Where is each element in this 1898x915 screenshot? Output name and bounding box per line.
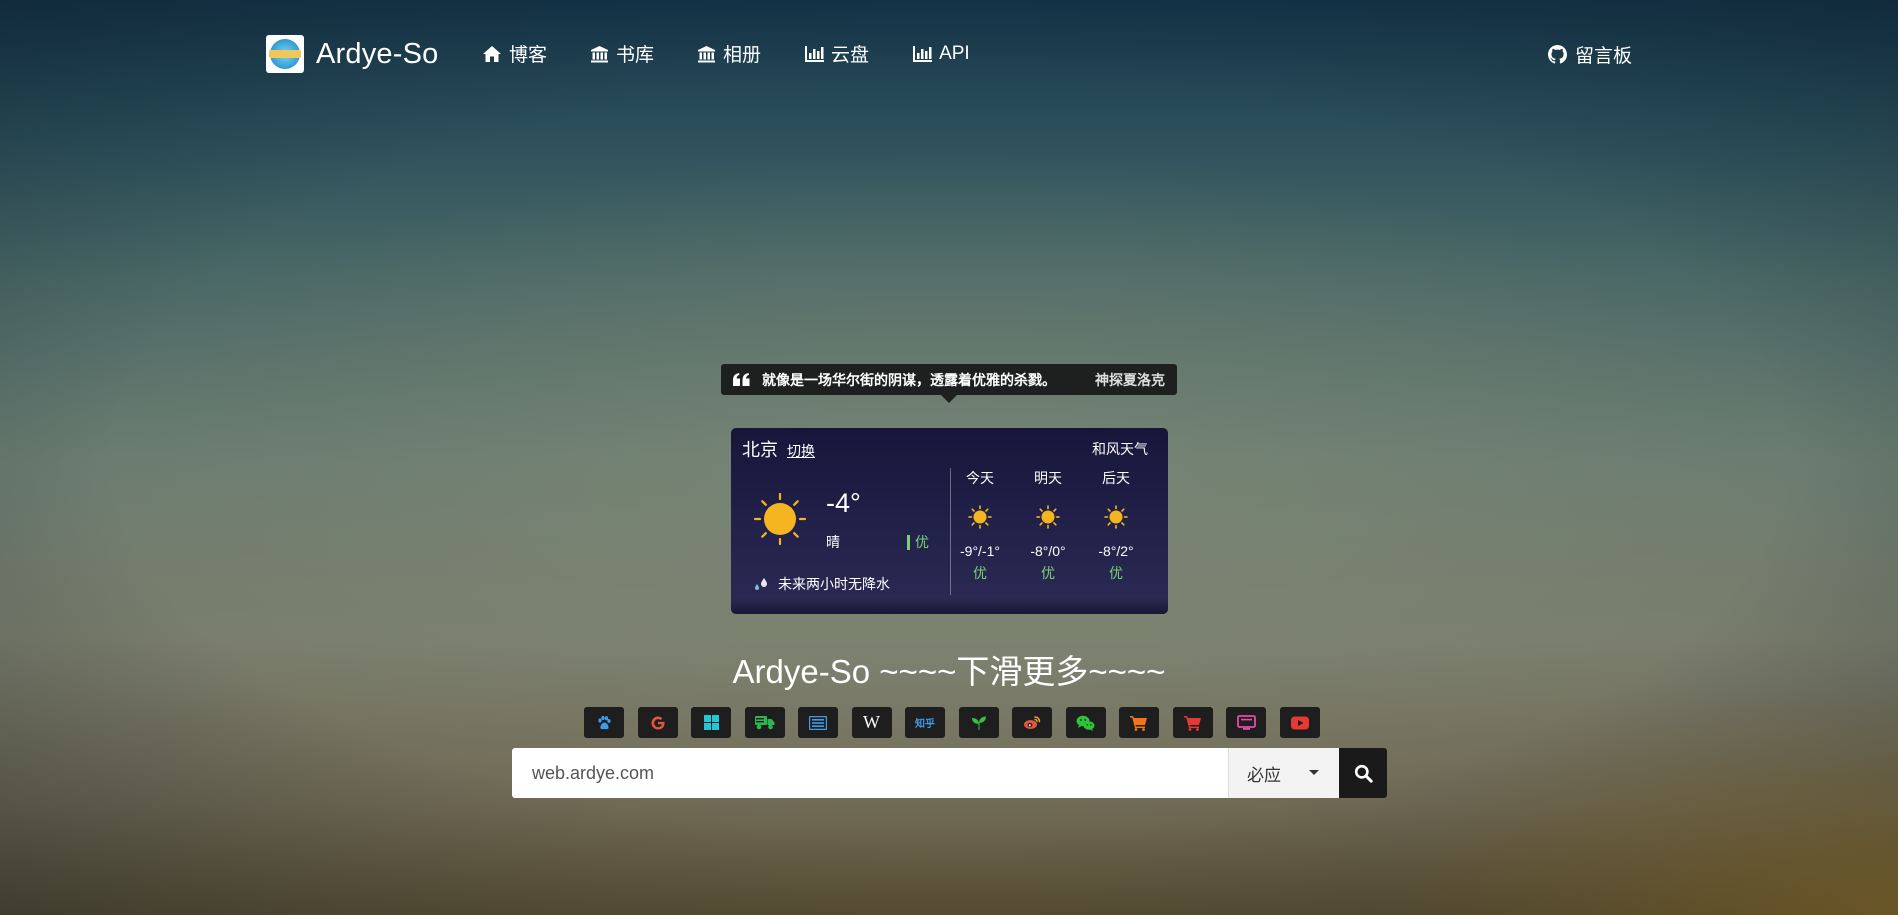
nav-item-guestbook[interactable]: 留言板 xyxy=(1548,41,1632,68)
google-icon xyxy=(651,716,664,729)
engine-taobao-button[interactable] xyxy=(1119,707,1159,738)
forecast-range: -8°/2° xyxy=(1098,543,1134,559)
forecast-day: 后天 xyxy=(1102,470,1130,486)
cart-icon xyxy=(1183,715,1201,731)
forecast-aqi: 优 xyxy=(1109,565,1123,581)
search-engine-bar: W 知乎 xyxy=(584,707,1333,738)
engine-sogou-button[interactable] xyxy=(744,707,785,738)
weather-provider-link[interactable]: 和风天气 xyxy=(1092,439,1148,459)
engine-baidu-button[interactable] xyxy=(584,707,624,738)
weather-skyline xyxy=(731,598,1168,614)
forecast-day: 今天 xyxy=(966,470,994,486)
monitor-icon xyxy=(1236,714,1256,730)
cart-icon xyxy=(1130,715,1147,731)
weather-city: 北京 切换 xyxy=(742,436,815,462)
navbar: Ardye-So 博客 书库 相册 云盘 API 留言板 xyxy=(0,0,1898,110)
sun-icon xyxy=(1086,505,1146,529)
current-temperature: -4° xyxy=(826,488,861,518)
raindrop-icon xyxy=(755,578,767,590)
quote-icon xyxy=(733,373,750,386)
rain-forecast: 未来两小时无降水 xyxy=(753,574,890,594)
nav-item-api[interactable]: API xyxy=(912,40,970,67)
engine-bing-button[interactable] xyxy=(691,707,731,738)
nav-item-blog[interactable]: 博客 xyxy=(482,40,547,67)
forecast-range: -8°/0° xyxy=(1030,543,1066,559)
wikipedia-icon: W xyxy=(863,712,880,732)
nav-item-label: 云盘 xyxy=(831,45,870,66)
quote-arrow xyxy=(941,395,957,403)
youtube-icon xyxy=(1290,716,1309,729)
current-aqi: 优 xyxy=(907,535,929,550)
nav-item-label: API xyxy=(939,42,970,64)
weather-widget: 北京 切换 和风天气 -4° 晴 优 未来两小时无降水 今天 -9°/-1° 优… xyxy=(731,428,1168,614)
site-logo xyxy=(266,35,304,73)
engine-jd-button[interactable] xyxy=(1172,707,1213,738)
search-icon xyxy=(1354,764,1373,783)
forecast-tomorrow: 明天 -8°/0° 优 xyxy=(1018,468,1078,583)
search-input[interactable] xyxy=(512,748,1228,798)
truck-icon xyxy=(754,716,774,730)
search-bar: 必应 xyxy=(512,748,1387,798)
sun-icon xyxy=(753,492,807,551)
engine-weibo-button[interactable] xyxy=(1012,707,1052,738)
newspaper-icon xyxy=(809,715,827,730)
home-icon xyxy=(483,45,501,62)
engine-zhihu-button[interactable]: 知乎 xyxy=(905,707,945,738)
rain-note: 未来两小时无降水 xyxy=(778,576,890,592)
engine-douban-button[interactable] xyxy=(958,707,999,738)
engine-select-value: 必应 xyxy=(1247,765,1281,785)
guestbook-label: 留言板 xyxy=(1575,46,1633,67)
site-title: Ardye-So ~~~~下滑更多~~~~ xyxy=(732,653,1166,690)
weibo-icon xyxy=(1024,716,1041,729)
paw-icon xyxy=(598,715,611,729)
engine-bilibili-button[interactable] xyxy=(1226,707,1266,738)
forecast-aqi: 优 xyxy=(973,565,987,581)
city-switch-link[interactable]: 切换 xyxy=(787,443,815,459)
sun-icon xyxy=(950,505,1010,529)
forecast-range: -9°/-1° xyxy=(960,543,1000,559)
engine-google-button[interactable] xyxy=(637,707,678,738)
nav-item-label: 博客 xyxy=(509,45,548,66)
wechat-icon xyxy=(1076,715,1095,731)
zhihu-icon: 知乎 xyxy=(915,719,935,730)
nav-item-library[interactable]: 书库 xyxy=(590,40,654,67)
nav-menu: 博客 书库 相册 云盘 API xyxy=(482,40,1013,67)
engine-news-button[interactable] xyxy=(798,707,838,738)
bank-icon xyxy=(591,45,609,62)
bar-chart-icon xyxy=(913,45,933,62)
quote-author[interactable]: 神探夏洛克 xyxy=(1095,370,1165,390)
quote-tooltip: 就像是一场华尔街的阴谋，透露着优雅的杀戮。 神探夏洛克 xyxy=(721,364,1177,395)
engine-select[interactable]: 必应 xyxy=(1228,748,1339,798)
engine-youtube-button[interactable] xyxy=(1279,707,1320,738)
forecast-aqi: 优 xyxy=(1041,565,1055,581)
nav-item-cloud[interactable]: 云盘 xyxy=(804,40,869,67)
sun-icon xyxy=(1018,505,1078,529)
search-button[interactable] xyxy=(1339,748,1387,798)
quote-text: 就像是一场华尔街的阴谋，透露着优雅的杀戮。 xyxy=(762,371,1056,388)
nav-item-label: 书库 xyxy=(616,45,655,66)
forecast-today: 今天 -9°/-1° 优 xyxy=(950,468,1010,583)
windows-icon xyxy=(703,715,719,730)
sprout-icon xyxy=(971,716,986,730)
github-icon xyxy=(1548,45,1567,64)
caret-down-icon xyxy=(1309,770,1319,775)
brand-link[interactable]: Ardye-So xyxy=(266,35,439,73)
city-name: 北京 xyxy=(742,440,778,460)
current-condition: 晴 xyxy=(826,534,840,550)
engine-wechat-button[interactable] xyxy=(1065,707,1106,738)
nav-item-album[interactable]: 相册 xyxy=(697,40,761,67)
nav-item-label: 相册 xyxy=(723,45,762,66)
bar-chart-icon xyxy=(805,45,825,62)
forecast-day-after: 后天 -8°/2° 优 xyxy=(1086,468,1146,583)
engine-wikipedia-button[interactable]: W xyxy=(851,707,892,738)
brand-name: Ardye-So xyxy=(316,37,439,70)
bank-icon xyxy=(698,45,716,62)
forecast-day: 明天 xyxy=(1034,470,1062,486)
